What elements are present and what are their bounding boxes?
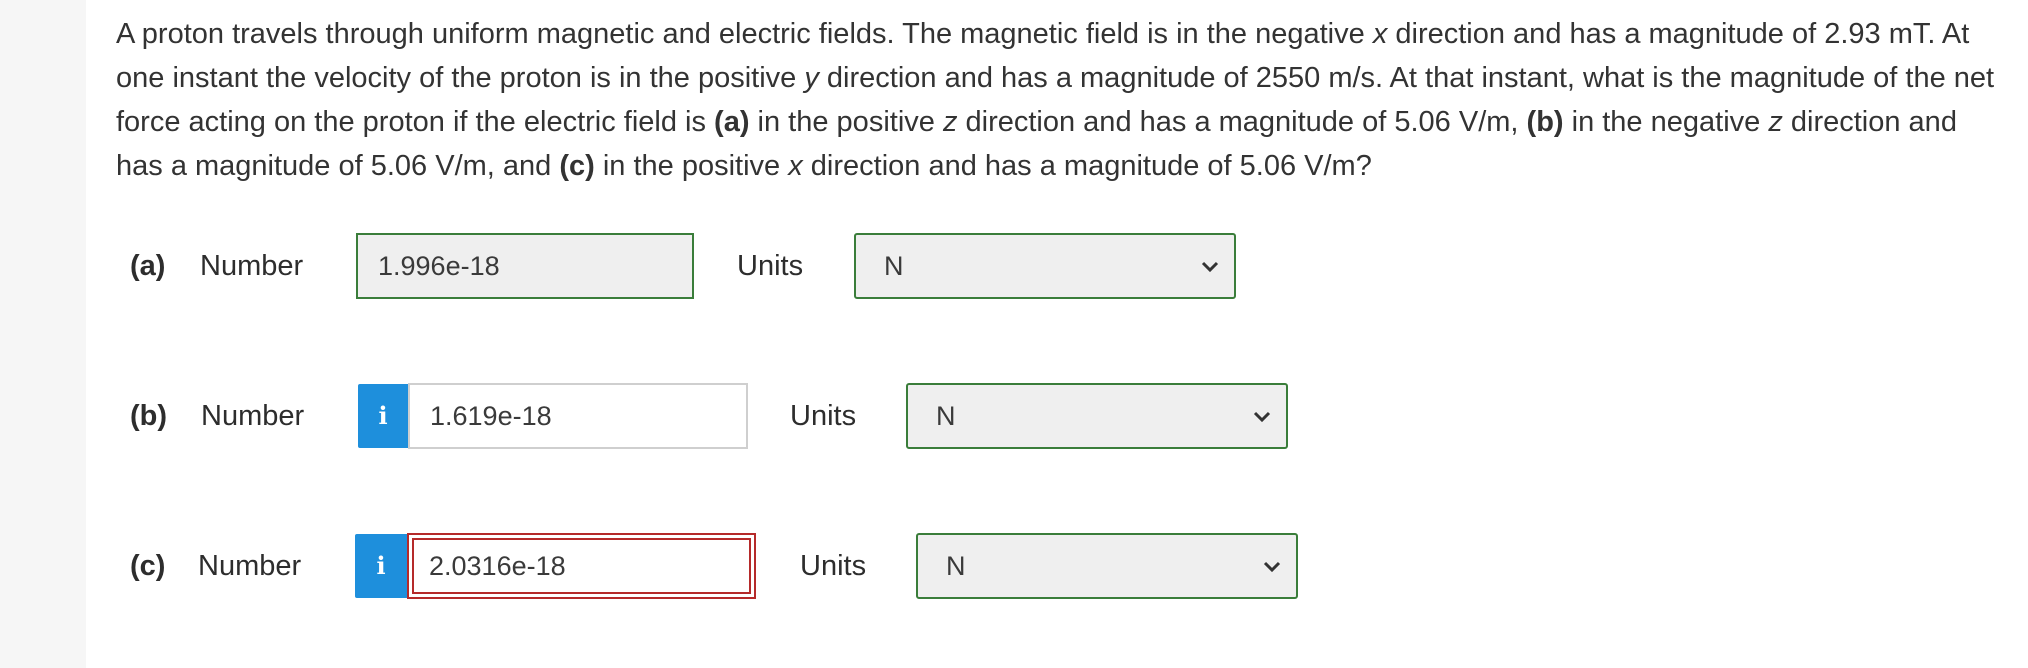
units-select-b[interactable]: N xyxy=(906,383,1288,449)
units-label: Units xyxy=(800,550,867,582)
chevron-down-icon xyxy=(1201,261,1219,273)
chevron-down-icon xyxy=(1253,411,1271,423)
number-label: Number xyxy=(198,550,302,582)
units-select-c[interactable]: N xyxy=(916,533,1298,599)
answer-row-b: (b) Number i Units N xyxy=(0,383,1400,449)
units-selected-value: N xyxy=(936,401,956,431)
question-text: A proton travels through uniform magneti… xyxy=(116,18,1995,182)
units-label: Units xyxy=(737,250,804,282)
units-selected-value: N xyxy=(946,551,966,581)
info-icon[interactable]: i xyxy=(358,384,408,448)
answer-row-c: (c) Number i Units N xyxy=(0,533,1400,599)
number-input-a[interactable] xyxy=(356,233,694,299)
number-label: Number xyxy=(201,400,305,432)
info-icon[interactable]: i xyxy=(355,534,407,598)
number-input-c[interactable] xyxy=(407,533,756,599)
units-label: Units xyxy=(790,400,857,432)
units-selected-value: N xyxy=(884,251,904,281)
number-label: Number xyxy=(200,250,304,282)
chevron-down-icon xyxy=(1263,561,1281,573)
answer-row-a: (a) Number Units N xyxy=(0,233,1400,299)
number-input-b[interactable] xyxy=(408,383,748,449)
part-label: (c) xyxy=(130,550,166,582)
part-label: (b) xyxy=(130,400,168,432)
units-select-a[interactable]: N xyxy=(854,233,1236,299)
part-label: (a) xyxy=(130,250,166,282)
